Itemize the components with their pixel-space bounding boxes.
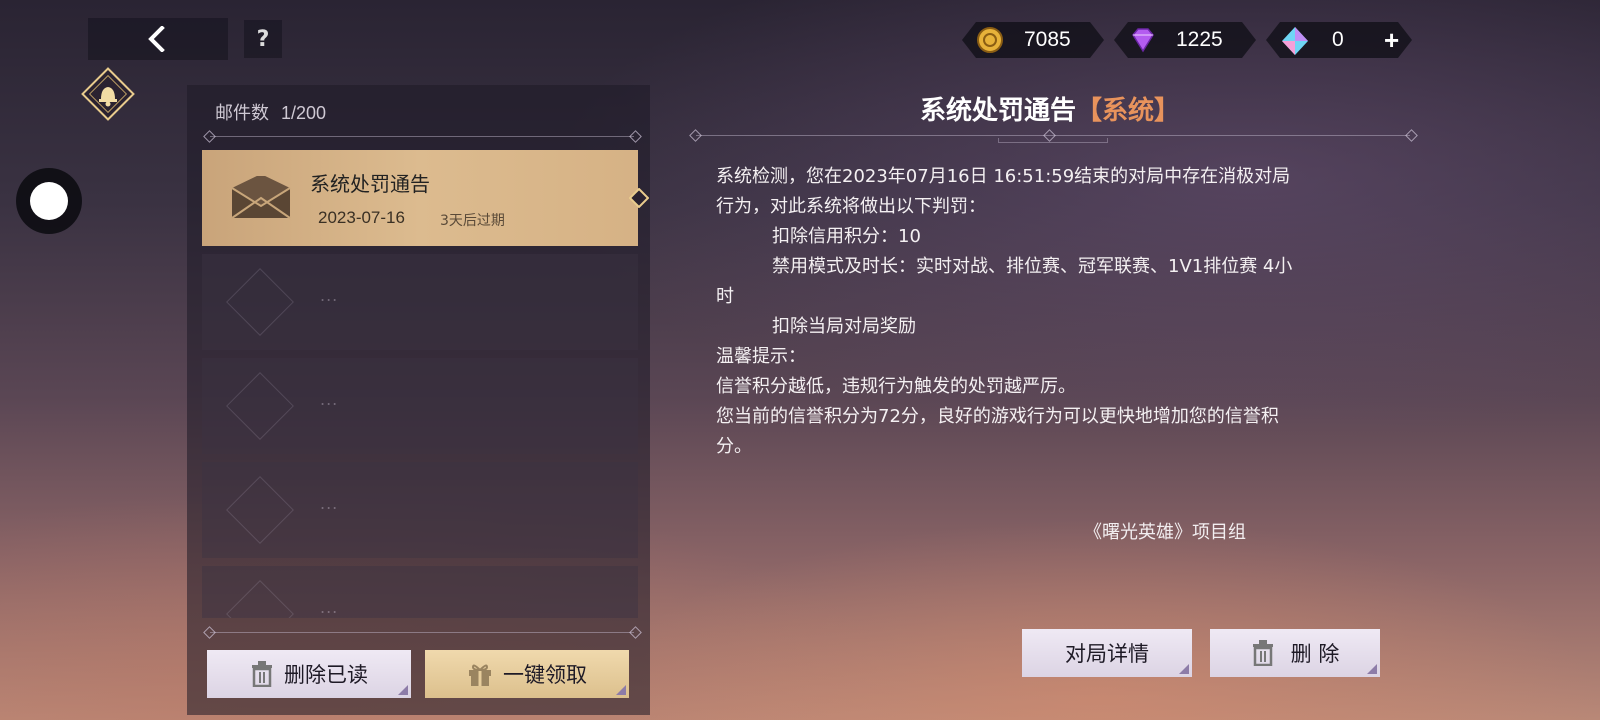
purple-diamond-icon <box>1128 26 1158 54</box>
body-line: 您当前的信誉积分为72分，良好的游戏行为可以更快地增加您的信誉积 <box>716 406 1279 427</box>
button-corner-ornament <box>616 685 626 695</box>
trash-icon <box>252 661 272 687</box>
button-corner-ornament <box>1179 664 1189 674</box>
back-button[interactable] <box>88 18 228 60</box>
body-line: 时 <box>716 286 734 307</box>
delete-mail-label: 删 除 <box>1290 642 1340 666</box>
trash-icon <box>1252 640 1273 666</box>
mail-slot-empty: ... <box>202 254 638 350</box>
empty-slot-ornament <box>226 476 294 544</box>
mail-slot-empty: ... <box>202 462 638 558</box>
button-corner-ornament <box>398 685 408 695</box>
crystal-amount: 0 <box>1332 28 1344 51</box>
mail-slot-empty: ... <box>202 566 638 618</box>
diamond-amount: 1225 <box>1176 28 1223 51</box>
body-line: 扣除信用积分：10 <box>772 226 921 247</box>
empty-slot-placeholder: ... <box>320 598 339 617</box>
list-divider-top <box>210 136 634 137</box>
gift-icon <box>469 664 491 686</box>
empty-slot-ornament <box>226 372 294 440</box>
help-button[interactable]: ? <box>244 20 282 58</box>
mail-detail-title: 系统处罚通告【系统】 <box>700 90 1400 127</box>
delete-read-label: 删除已读 <box>284 663 368 687</box>
mail-expire: 3天后过期 <box>440 213 505 229</box>
delete-mail-button[interactable]: 删 除 <box>1210 629 1380 677</box>
empty-slot-placeholder: ... <box>320 286 339 305</box>
bell-icon <box>81 67 135 121</box>
match-detail-button[interactable]: 对局详情 <box>1022 629 1192 677</box>
mail-slot-empty: ... <box>202 358 638 454</box>
currency-gold: 7085 <box>962 22 1104 58</box>
gold-coin-icon <box>976 26 1004 54</box>
body-line: 分。 <box>716 436 752 457</box>
divider-ornament <box>689 129 702 142</box>
floating-assistant-button[interactable] <box>16 168 82 234</box>
blue-crystal-icon <box>1280 26 1310 56</box>
claim-all-button[interactable]: 一键领取 <box>425 650 629 698</box>
body-line: 温馨提示： <box>716 346 806 367</box>
list-divider-bottom <box>210 632 634 633</box>
notification-bell-button[interactable] <box>80 66 136 122</box>
match-detail-label: 对局详情 <box>1065 642 1149 666</box>
body-line: 行为，对此系统将做出以下判罚： <box>716 196 986 217</box>
claim-all-label: 一键领取 <box>503 663 587 687</box>
divider-ornament <box>1405 129 1418 142</box>
body-line: 信誉积分越低，违规行为触发的处罚越严厉。 <box>716 376 1076 397</box>
envelope-icon <box>231 176 291 219</box>
currency-purple-diamond: 1225 <box>1114 22 1256 58</box>
mail-date: 2023-07-16 <box>318 208 405 227</box>
button-corner-ornament <box>1367 664 1377 674</box>
selected-indicator-icon <box>629 188 649 208</box>
mail-title: 系统处罚通告 <box>310 172 430 196</box>
mail-count: 邮件数 1/200 <box>215 99 326 125</box>
empty-slot-placeholder: ... <box>320 494 339 513</box>
empty-slot-ornament <box>226 580 294 618</box>
body-line: 扣除当局对局奖励 <box>772 316 916 337</box>
empty-slot-ornament <box>226 268 294 336</box>
mail-count-value: 1/200 <box>281 103 327 123</box>
body-line: 系统检测，您在2023年07月16日 16:51:59结束的对局中存在消极对局 <box>716 166 1291 187</box>
detail-tag: 【系统】 <box>1076 96 1181 126</box>
mail-signature: 《曙光英雄》项目组 <box>1084 522 1246 543</box>
detail-title-text: 系统处罚通告 <box>919 96 1076 126</box>
body-line: 禁用模式及时长：实时对战、排位赛、冠军联赛、1V1排位赛 4小 <box>772 256 1293 277</box>
delete-read-button[interactable]: 删除已读 <box>207 650 411 698</box>
gold-amount: 7085 <box>1024 28 1071 51</box>
mail-count-label: 邮件数 <box>215 103 269 123</box>
add-currency-button[interactable]: + <box>1384 25 1399 56</box>
divider-ornament <box>998 138 1108 143</box>
mail-item-selected[interactable]: 系统处罚通告 2023-07-16 3天后过期 <box>202 150 638 246</box>
currency-blue-crystal: 0 + <box>1266 22 1412 58</box>
empty-slot-placeholder: ... <box>320 390 339 409</box>
mail-body: 系统检测，您在2023年07月16日 16:51:59结束的对局中存在消极对局 … <box>716 162 1396 462</box>
chevron-left-icon <box>148 26 165 52</box>
